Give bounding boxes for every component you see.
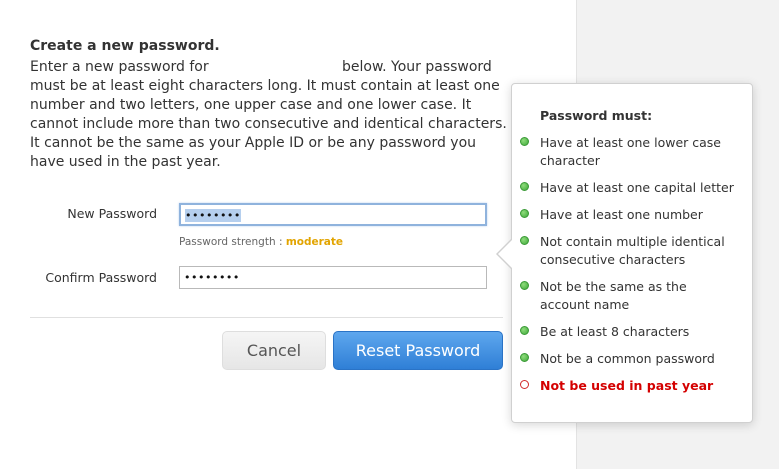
status-dot-icon <box>520 236 529 245</box>
new-password-input[interactable]: •••••••• <box>179 203 487 226</box>
form-divider <box>30 317 503 318</box>
confirm-password-value: •••••••• <box>184 271 240 284</box>
status-dot-icon <box>520 353 529 362</box>
instructions-part-3: must be at least eight characters long. … <box>30 78 507 170</box>
status-dot-icon <box>520 137 529 146</box>
status-dot-icon <box>520 380 529 389</box>
page-heading: Create a new password. <box>30 38 220 54</box>
password-strength: Password strength : moderate <box>179 236 343 248</box>
requirements-list: Have at least one lower case character H… <box>512 84 752 422</box>
requirement-text: Be at least 8 characters <box>540 324 690 339</box>
status-dot-icon <box>520 209 529 218</box>
new-password-value: •••••••• <box>185 209 241 222</box>
requirement-text: Not be a common password <box>540 351 715 366</box>
password-strength-label: Password strength : <box>179 236 283 248</box>
requirement-text: Not contain multiple identical consecuti… <box>540 234 725 267</box>
requirement-text: Have at least one number <box>540 207 703 222</box>
confirm-password-label: Confirm Password <box>45 270 157 285</box>
password-requirements-popover: Password must: Have at least one lower c… <box>511 83 753 423</box>
confirm-password-input[interactable]: •••••••• <box>179 266 487 289</box>
instructions-part-2: below. Your password <box>342 59 492 75</box>
status-dot-icon <box>520 182 529 191</box>
status-dot-icon <box>520 281 529 290</box>
requirement-text: Have at least one lower case character <box>540 135 721 168</box>
requirement-text: Have at least one capital letter <box>540 180 734 195</box>
cancel-button[interactable]: Cancel <box>222 331 326 370</box>
requirement-text: Not be the same as the account name <box>540 279 687 312</box>
password-strength-value: moderate <box>285 236 344 248</box>
status-dot-icon <box>520 326 529 335</box>
new-password-label: New Password <box>67 206 157 221</box>
instructions-part-1: Enter a new password for <box>30 59 209 75</box>
requirement-text: Not be used in past year <box>540 378 714 393</box>
popover-arrow-fill <box>498 239 513 269</box>
reset-password-button[interactable]: Reset Password <box>333 331 503 370</box>
